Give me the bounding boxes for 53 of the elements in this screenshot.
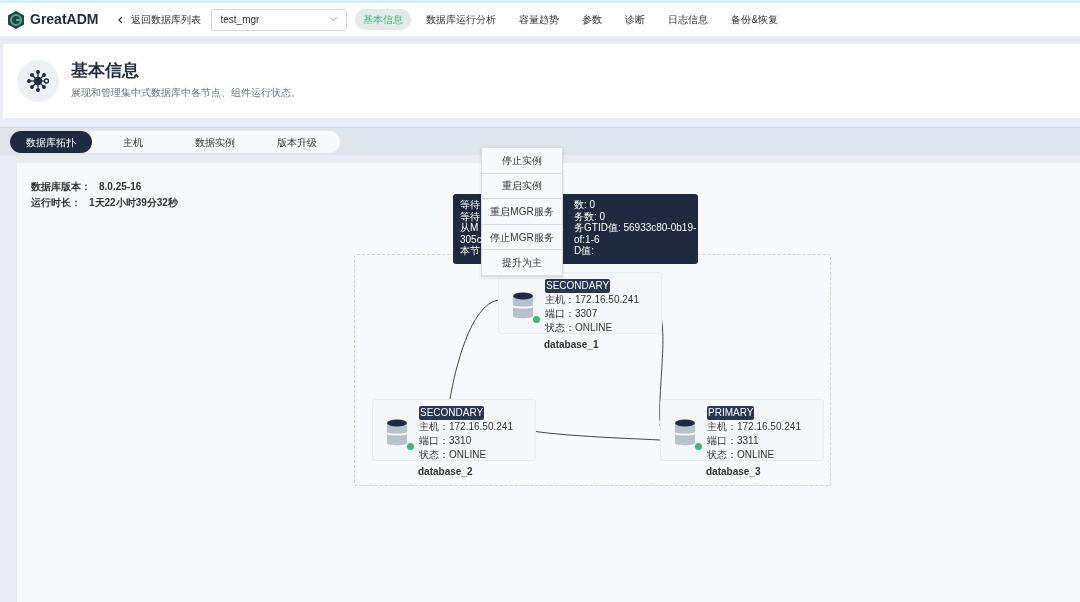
nav-tab[interactable]: 容量趋势: [511, 9, 568, 30]
tab[interactable]: 主机: [92, 131, 174, 153]
port-text: 端口：3311: [707, 433, 760, 448]
nav-tab[interactable]: 数据库运行分析: [418, 9, 505, 30]
node-name: database_2: [418, 465, 473, 479]
chevron-left-icon: [118, 15, 124, 24]
app-name: GreatADM: [30, 10, 99, 29]
tooltip-text: D值:: [574, 245, 594, 257]
info-value: 8.0.25-16: [99, 180, 142, 194]
tooltip-text: 务数: 0: [574, 210, 606, 222]
menu-item[interactable]: 停止MGR服务: [482, 224, 562, 251]
logo-icon: [6, 9, 26, 30]
port-text: 端口：3307: [545, 306, 599, 321]
tooltip-text: 从M: [460, 222, 479, 234]
tooltip-text: 务GTID值: 56933c80-0b19-: [574, 222, 697, 234]
database-select[interactable]: test_mgr: [211, 8, 348, 31]
port-text: 端口：3310: [419, 433, 473, 448]
tooltip-text: 本节: [460, 245, 480, 257]
page-title: 基本信息: [71, 62, 140, 81]
menu-item[interactable]: 停止实例: [482, 148, 562, 174]
host-text: 主机：172.16.50.241: [419, 419, 513, 434]
status-text: 状态：ONLINE: [545, 320, 614, 335]
back-link[interactable]: 返回数据库列表: [118, 12, 202, 27]
tooltip-text: 305c: [460, 233, 482, 245]
host-text: 主机：172.16.50.241: [707, 419, 801, 434]
tooltip-text: 等待: [460, 199, 480, 211]
info-label: 数据库版本：: [31, 180, 91, 194]
tab[interactable]: 数据实例: [174, 131, 256, 153]
role-label: SECONDARY: [545, 278, 611, 293]
role-label: SECONDARY: [419, 405, 485, 420]
nav-tab[interactable]: 备份&恢复: [723, 9, 787, 30]
host-text: 主机：172.16.50.241: [545, 292, 639, 307]
tooltip-text: 数: 0: [574, 199, 596, 211]
node-name: database_3: [706, 465, 761, 479]
tab[interactable]: 版本升级: [256, 131, 338, 153]
menu-item[interactable]: 提升为主: [482, 250, 562, 276]
role-label: PRIMARY: [707, 405, 755, 420]
menu-item[interactable]: 重启实例: [482, 173, 562, 200]
node-name: database_1: [544, 338, 599, 352]
tab[interactable]: 数据库拓扑: [10, 131, 92, 153]
caret-down-icon: [329, 17, 339, 22]
info-value: 1天22小时39分32秒: [89, 196, 178, 210]
nav-tab[interactable]: 诊断: [617, 9, 654, 30]
nav-tab[interactable]: 日志信息: [660, 9, 717, 30]
page-subtitle: 展现和管理集中式数据库中各节点、组件运行状态。: [71, 85, 301, 100]
network-icon: [17, 60, 59, 102]
status-text: 状态：ONLINE: [707, 447, 776, 462]
nav-tab[interactable]: 参数: [574, 9, 611, 30]
tooltip-text: of:1-6: [574, 233, 600, 245]
tooltip-text: 等待: [460, 210, 480, 222]
status-text: 状态：ONLINE: [419, 447, 488, 462]
info-label: 运行时长：: [31, 196, 81, 210]
menu-item[interactable]: 重启MGR服务: [482, 199, 562, 225]
